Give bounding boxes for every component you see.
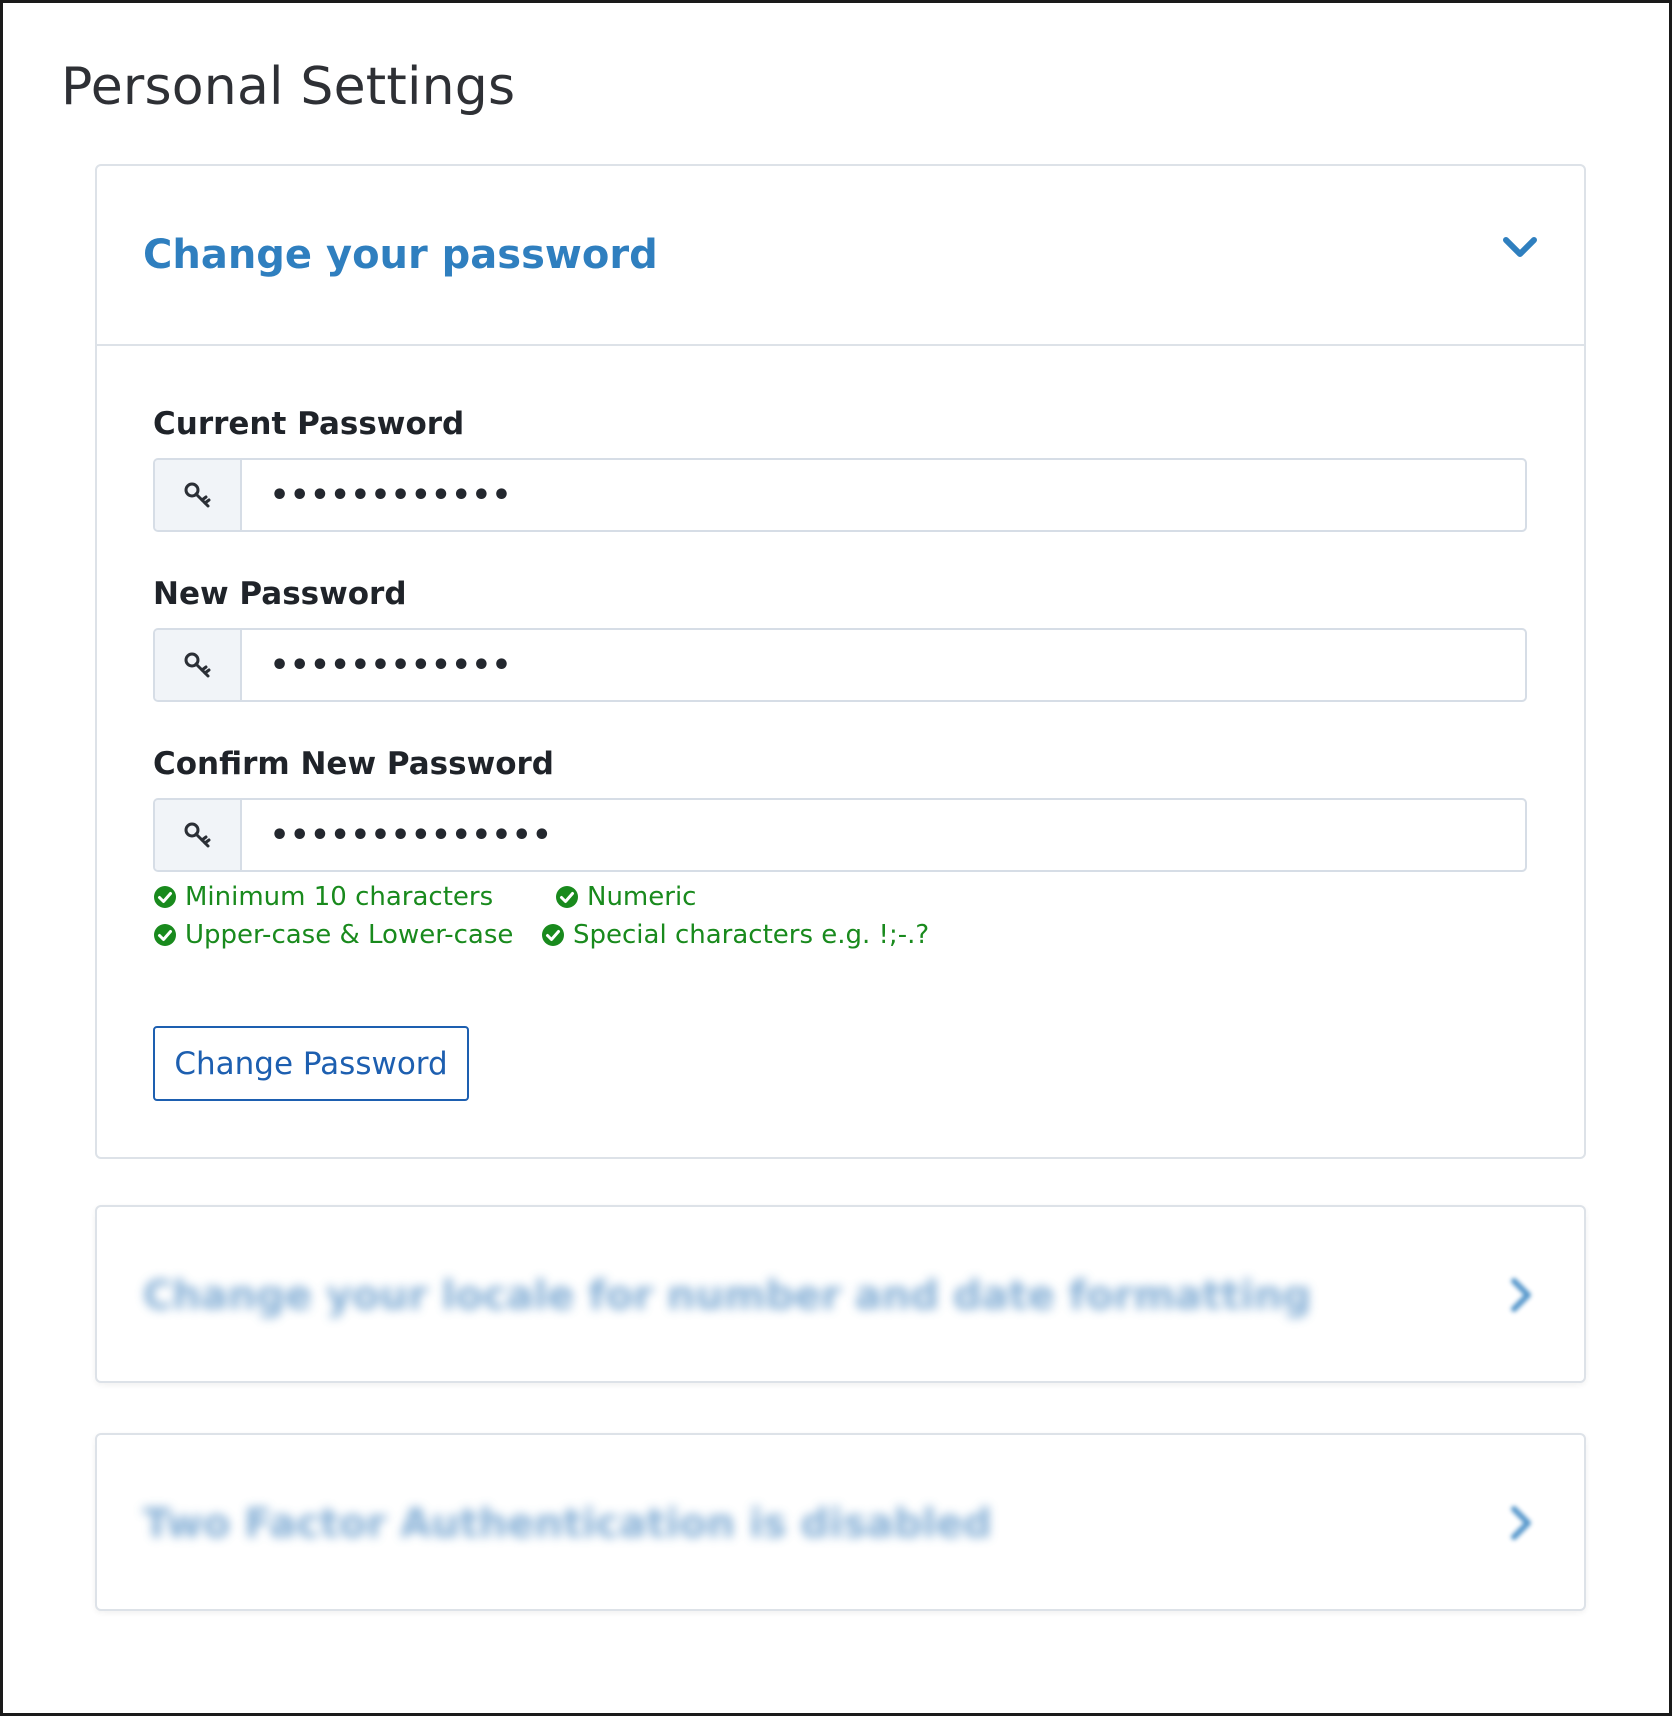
locale-panel-title[interactable]: Change your locale for number and date f…	[143, 1273, 1311, 1319]
rule-case: Upper-case & Lower-case	[153, 920, 513, 950]
check-circle-icon	[556, 886, 578, 908]
locale-panel[interactable]: Change your locale for number and date f…	[95, 1205, 1586, 1383]
password-form: Current Password •••••••••••• New Passwo…	[97, 346, 1584, 960]
two-factor-panel[interactable]: Two Factor Authentication is disabled	[95, 1433, 1586, 1611]
check-circle-icon	[542, 924, 564, 946]
check-circle-icon	[154, 886, 176, 908]
change-password-button[interactable]: Change Password	[153, 1026, 469, 1101]
settings-window: Personal Settings Change your password C…	[0, 0, 1672, 1716]
rule-min-length: Minimum 10 characters	[153, 882, 493, 912]
two-factor-panel-title[interactable]: Two Factor Authentication is disabled	[143, 1501, 992, 1547]
key-icon	[155, 800, 242, 870]
chevron-right-icon[interactable]	[1504, 1503, 1536, 1543]
password-panel: Change your password Current Password ••…	[95, 164, 1586, 1159]
current-password-label: Current Password	[153, 406, 465, 442]
confirm-password-input-group[interactable]: ••••••••••••••	[153, 798, 1527, 872]
current-password-field[interactable]: ••••••••••••	[242, 460, 1525, 530]
chevron-right-icon[interactable]	[1504, 1275, 1536, 1315]
chevron-down-icon[interactable]	[1500, 228, 1540, 268]
key-icon	[155, 630, 242, 700]
rule-numeric: Numeric	[555, 882, 696, 912]
confirm-password-label: Confirm New Password	[153, 746, 555, 782]
page-title: Personal Settings	[61, 57, 516, 117]
password-panel-header[interactable]: Change your password	[97, 166, 1584, 346]
confirm-password-field[interactable]: ••••••••••••••	[242, 800, 1525, 870]
current-password-input-group[interactable]: ••••••••••••	[153, 458, 1527, 532]
new-password-field[interactable]: ••••••••••••	[242, 630, 1525, 700]
new-password-input-group[interactable]: ••••••••••••	[153, 628, 1527, 702]
check-circle-icon	[154, 924, 176, 946]
new-password-label: New Password	[153, 576, 407, 612]
key-icon	[155, 460, 242, 530]
rule-label: Minimum 10 characters	[185, 882, 494, 912]
rule-label: Special characters e.g. !;-.?	[573, 920, 930, 950]
password-panel-title[interactable]: Change your password	[143, 232, 658, 278]
password-rules: Minimum 10 characters Numeric Upper-case…	[153, 880, 1528, 960]
rule-special: Special characters e.g. !;-.?	[541, 920, 929, 950]
rule-label: Numeric	[587, 882, 697, 912]
rule-label: Upper-case & Lower-case	[185, 920, 514, 950]
